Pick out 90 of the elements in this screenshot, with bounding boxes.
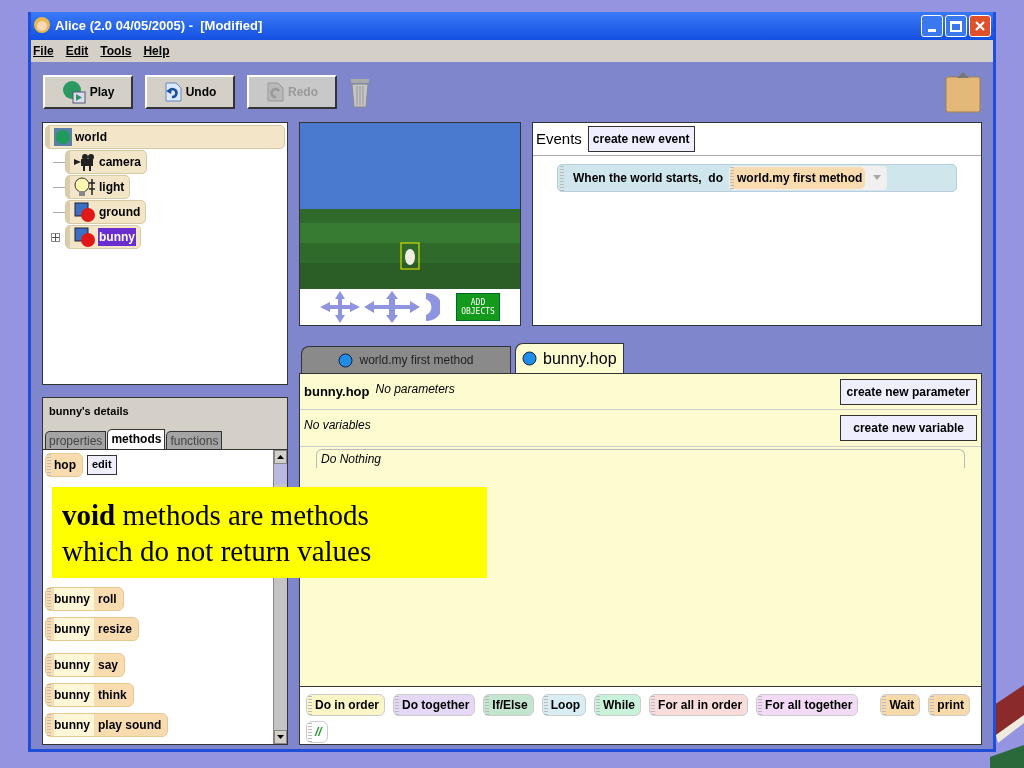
event-text: When the world starts, do (573, 170, 723, 187)
rotate-icon[interactable] (424, 291, 440, 323)
object-name: camera (98, 154, 143, 171)
create-variable-button[interactable]: create new variable (840, 415, 977, 441)
method-tile[interactable]: world.my first method (729, 166, 888, 190)
sphere-icon (338, 352, 354, 368)
method-name: think (98, 686, 127, 704)
method-tile[interactable]: bunny play sound (45, 712, 169, 737)
control-tile[interactable]: Wait (880, 694, 921, 716)
clipboard-icon (945, 71, 981, 113)
add-objects-button[interactable]: ADD OBJECTS (456, 293, 500, 321)
menu-item[interactable]: Tools (100, 42, 132, 60)
control-tile[interactable]: Do together (393, 694, 476, 716)
menu-item[interactable]: Help (143, 42, 170, 60)
object-label: bunny (54, 617, 94, 640)
object-tile[interactable]: bunny (65, 225, 141, 249)
expand-icon[interactable] (50, 232, 60, 242)
sphere-icon (522, 351, 537, 366)
undo-icon (163, 82, 182, 102)
arrow-down-icon (277, 735, 284, 739)
method-name: roll (98, 590, 117, 608)
method-tile[interactable]: bunny think (45, 682, 134, 707)
details-title: bunny's details (48, 404, 130, 419)
events-title: Events (536, 128, 582, 149)
event-block[interactable]: When the world starts, do world.my first method (557, 164, 957, 192)
details-tab[interactable]: methods (107, 428, 166, 449)
object-tile[interactable]: light (65, 175, 131, 199)
method-name: play sound (98, 716, 162, 734)
object-name: bunny (98, 228, 136, 246)
shapes-icon (74, 227, 96, 247)
create-parameter-button[interactable]: create new parameter (839, 378, 977, 405)
method-name: hop (54, 456, 76, 474)
object-label: bunny (54, 713, 94, 736)
method-tile[interactable]: bunny resize (45, 616, 140, 641)
close-button[interactable] (969, 15, 991, 37)
method-tile[interactable]: hop (45, 452, 83, 477)
object-tile[interactable]: world (45, 125, 285, 149)
object-tile[interactable]: camera (65, 150, 148, 174)
object-label: bunny (54, 587, 94, 610)
object-label: bunny (54, 683, 94, 706)
method-name: say (98, 656, 119, 674)
move-arrows-icon[interactable] (320, 291, 360, 323)
scroll-up-button[interactable] (274, 449, 287, 464)
arrow-up-icon (277, 454, 284, 459)
object-tile[interactable]: ground (65, 200, 147, 224)
menu-item[interactable]: Edit (65, 42, 89, 60)
callout: void methods are methods which do not return values (52, 487, 487, 578)
create-event-button[interactable]: create new event (587, 126, 695, 152)
editor-tab[interactable]: bunny.hop (515, 343, 624, 373)
shapes-icon (74, 202, 96, 222)
maximize-button[interactable] (945, 15, 967, 37)
globe-icon (54, 128, 72, 146)
control-tile[interactable]: For all together (756, 694, 859, 716)
editor-tab[interactable]: world.my first method (301, 346, 511, 373)
control-tile[interactable]: Loop (541, 694, 587, 716)
method-name: world.my first method (737, 170, 863, 187)
edit-button[interactable]: edit (87, 454, 117, 475)
object-name: light (98, 179, 126, 196)
parameters-text: No parameters (375, 381, 455, 398)
vertical-arrows-icon[interactable] (364, 291, 420, 323)
variables-text: No variables (304, 417, 371, 434)
control-tile[interactable]: If/Else (483, 694, 534, 716)
object-label: bunny (54, 653, 94, 676)
scroll-down-button[interactable] (274, 730, 287, 744)
light-bulb-icon (74, 177, 96, 197)
details-tab[interactable]: properties (45, 430, 107, 449)
control-tile[interactable]: Do in order (306, 694, 385, 716)
control-tile[interactable]: // (306, 721, 328, 743)
method-title: bunny.hop (304, 382, 370, 401)
redo-icon (266, 82, 284, 102)
dropdown-icon[interactable] (873, 175, 882, 180)
close-icon (974, 20, 986, 32)
menu-item[interactable]: File (33, 42, 54, 60)
trash-can-icon (349, 76, 371, 108)
details-tab[interactable]: functions (166, 430, 223, 449)
control-tile[interactable]: While (594, 694, 642, 716)
method-tile[interactable]: bunny say (45, 652, 126, 677)
toolbar-button[interactable]: Play (43, 75, 133, 109)
method-name: resize (98, 620, 133, 638)
globe-play-icon (61, 80, 86, 104)
object-name: world (74, 129, 108, 146)
window-title: Alice (2.0 04/05/2005) - [Modified] (55, 17, 263, 36)
minimize-button[interactable] (921, 15, 943, 37)
control-tile[interactable]: For all in order (649, 694, 749, 716)
toolbar-button[interactable]: Undo (145, 75, 235, 109)
control-tile[interactable]: print (928, 694, 970, 716)
method-tile[interactable]: bunny roll (45, 586, 124, 611)
object-name: ground (98, 204, 142, 221)
method-body: Do Nothing (316, 449, 965, 468)
camera-icon (74, 153, 96, 171)
